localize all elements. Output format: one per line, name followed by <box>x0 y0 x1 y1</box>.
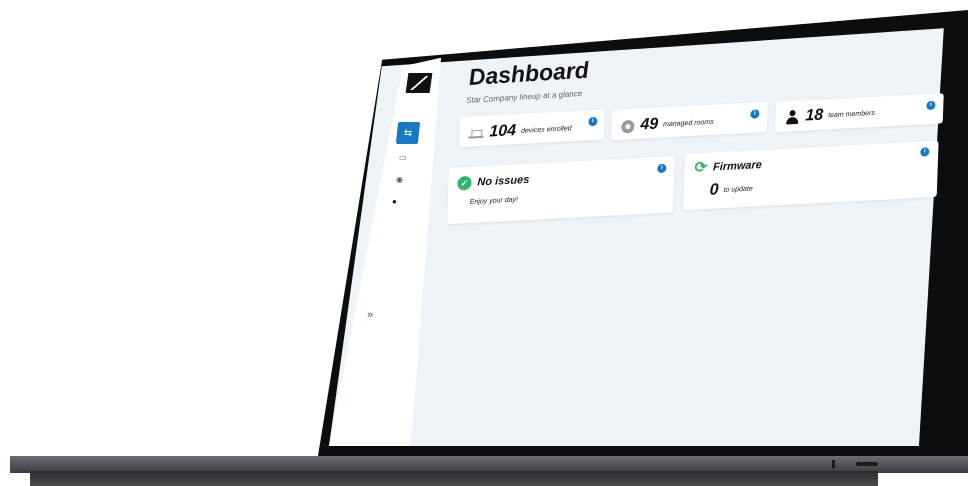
user-icon <box>785 110 799 125</box>
sidebar-item-team[interactable]: ● <box>392 197 397 206</box>
stat-label: managed rooms <box>663 118 714 128</box>
issues-card[interactable]: ✓ No issues Enjoy your day! i <box>447 156 675 225</box>
info-icon[interactable]: i <box>588 116 598 127</box>
laptop-port <box>856 462 878 466</box>
info-icon[interactable]: i <box>926 100 936 111</box>
firmware-title: Firmware <box>712 158 763 174</box>
sidebar-item-devices[interactable]: ▭ <box>399 153 407 162</box>
brand-logo <box>405 73 433 93</box>
sidebar-item-dashboard[interactable]: ⇆ <box>395 122 421 144</box>
device-icon: ▭ <box>399 153 407 162</box>
info-icon[interactable]: i <box>750 109 760 119</box>
refresh-icon: ⟳ <box>694 158 708 177</box>
laptop-port <box>832 460 835 468</box>
issues-message: Enjoy your day! <box>469 196 519 206</box>
stat-label: devices enrolled <box>520 124 572 135</box>
firmware-label: to update <box>723 184 753 194</box>
dashboard-icon: ⇆ <box>403 127 413 139</box>
stat-label: team members <box>828 109 875 119</box>
user-icon: ● <box>392 197 397 206</box>
sidebar-item-rooms[interactable]: ◉ <box>396 175 403 184</box>
sidebar-expand-button[interactable]: » <box>367 309 373 321</box>
info-icon[interactable]: i <box>920 147 930 157</box>
firmware-count: 0 <box>709 181 719 199</box>
issues-title: No issues <box>477 173 530 189</box>
laptop-base-edge <box>30 471 878 486</box>
room-icon <box>621 119 635 134</box>
stat-value: 18 <box>805 106 824 125</box>
stat-value: 49 <box>640 115 659 134</box>
info-icon[interactable]: i <box>657 163 667 174</box>
check-circle-icon: ✓ <box>457 175 472 191</box>
room-icon: ◉ <box>396 175 403 184</box>
device-icon <box>468 127 484 139</box>
stat-value: 104 <box>489 122 517 141</box>
